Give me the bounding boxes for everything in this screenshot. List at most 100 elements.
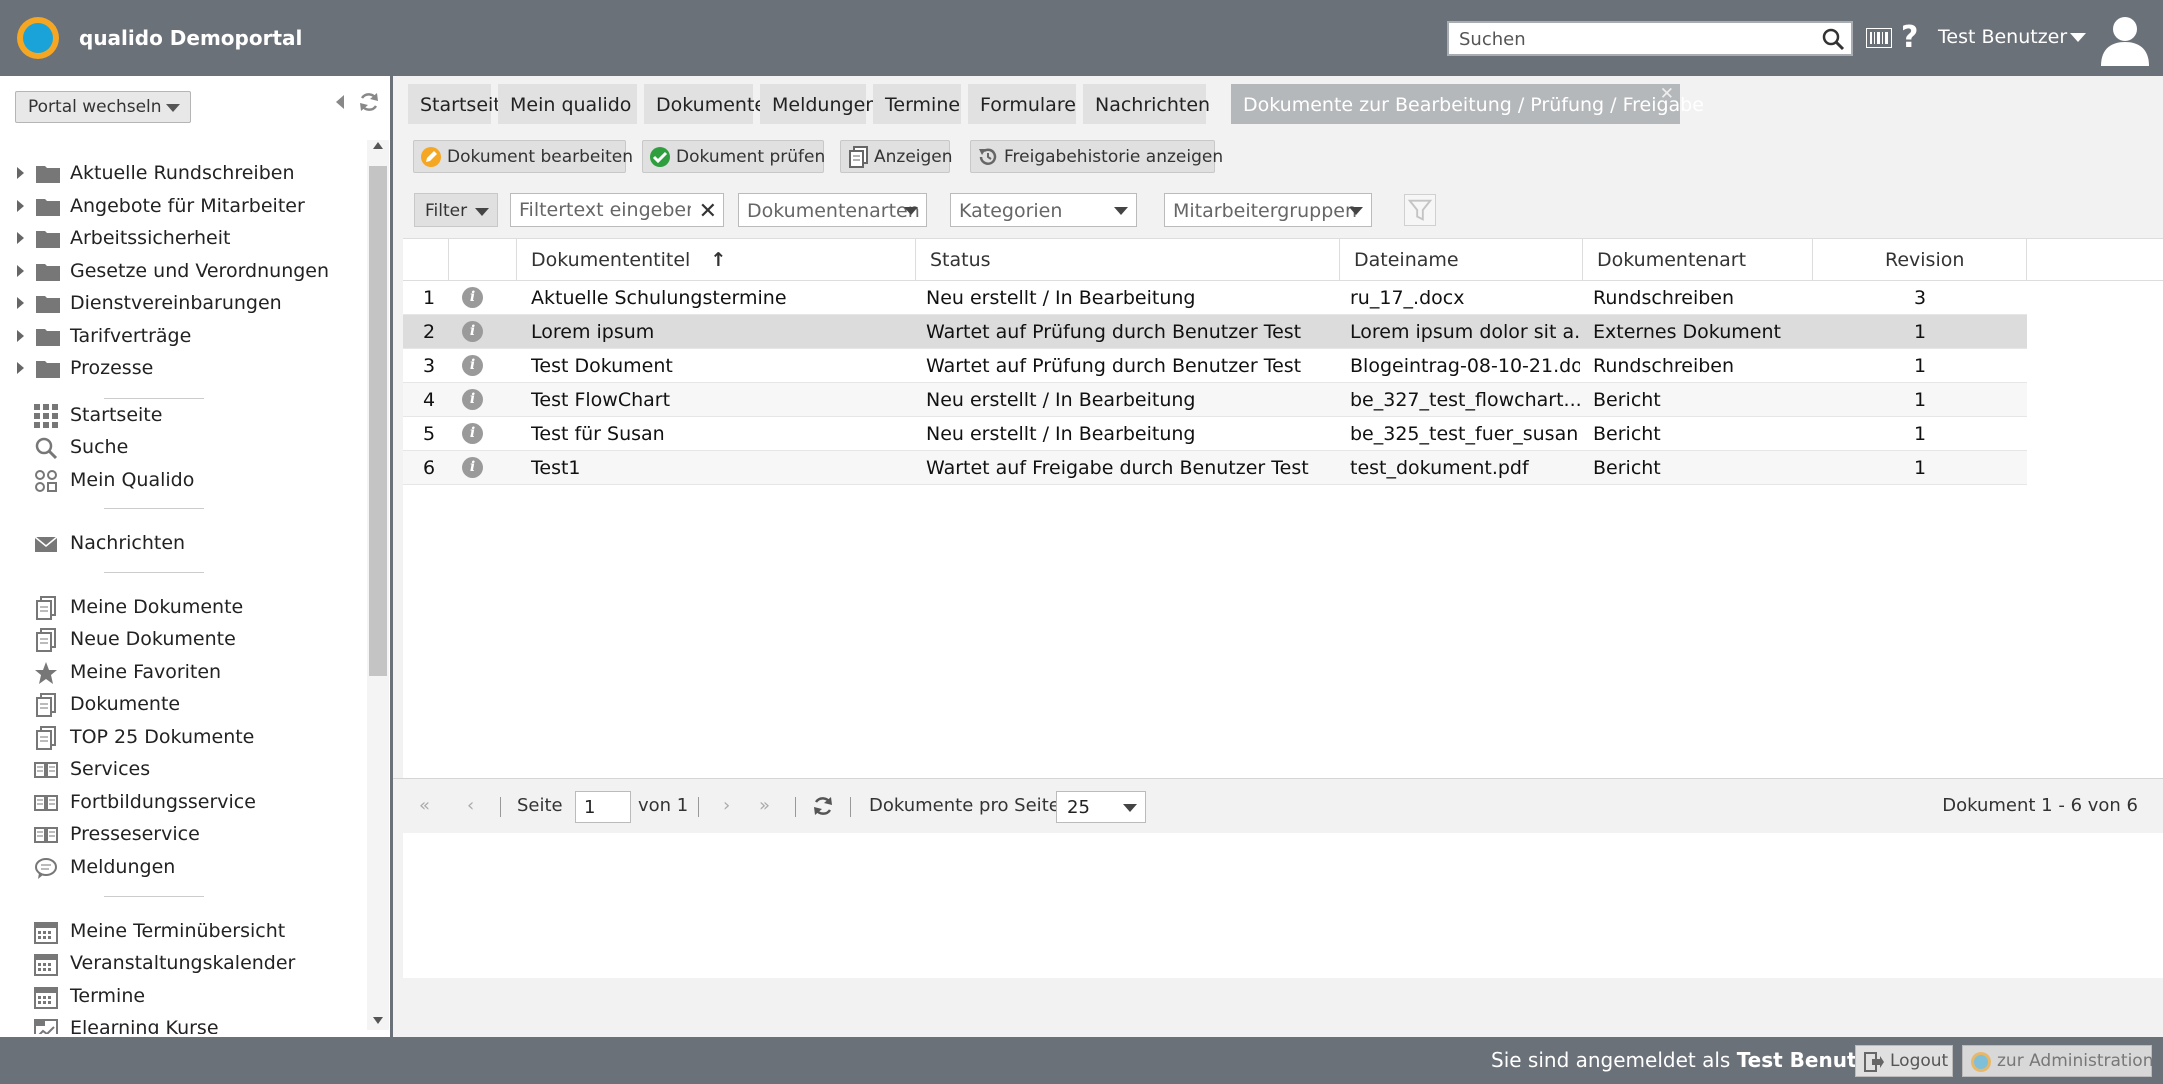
- column-header-doctype[interactable]: Dokumentenart: [1583, 239, 1813, 281]
- tree-item-dienstvereinbarungen[interactable]: Dienstvereinbarungen: [14, 290, 354, 318]
- employee-groups-dropdown[interactable]: Mitarbeitergruppen: [1164, 193, 1372, 227]
- document-type-dropdown[interactable]: Dokumentenarten: [738, 193, 927, 227]
- info-icon[interactable]: i: [462, 389, 483, 410]
- user-menu-name[interactable]: Test Benutzer: [1938, 26, 2067, 48]
- info-icon[interactable]: i: [462, 287, 483, 308]
- sidebar-item-meine-terminuebersicht[interactable]: Meine Terminübersicht: [34, 918, 354, 946]
- table-row[interactable]: 1 i Aktuelle Schulungstermine Neu erstel…: [403, 281, 2027, 315]
- sidebar-item-meine-favoriten[interactable]: Meine Favoriten: [34, 659, 354, 687]
- tab-startseite[interactable]: Startseite: [408, 84, 512, 124]
- table-row[interactable]: 6 i Test1 Wartet auf Freigabe durch Benu…: [403, 451, 2027, 485]
- expand-arrow-icon[interactable]: [17, 265, 24, 277]
- table-row[interactable]: 2 i Lorem ipsum Wartet auf Prüfung durch…: [403, 315, 2027, 349]
- tree-item-arbeitssicherheit[interactable]: Arbeitssicherheit: [14, 225, 354, 253]
- sidebar-item-veranstaltungskalender[interactable]: Veranstaltungskalender: [34, 950, 354, 978]
- avatar[interactable]: [2098, 12, 2152, 66]
- table-row[interactable]: 4 i Test FlowChart Neu erstellt / In Bea…: [403, 383, 2027, 417]
- check-document-button[interactable]: Dokument prüfen: [642, 140, 825, 173]
- barcode-icon[interactable]: [1866, 28, 1892, 48]
- logout-button[interactable]: Logout: [1855, 1045, 1953, 1077]
- sidebar-item-services[interactable]: Services: [34, 756, 354, 784]
- info-icon[interactable]: i: [462, 423, 483, 444]
- search-input[interactable]: [1453, 25, 1813, 53]
- table-row[interactable]: 3 i Test Dokument Wartet auf Prüfung dur…: [403, 349, 2027, 383]
- show-button[interactable]: Anzeigen: [840, 140, 953, 173]
- table-row[interactable]: 5 i Test für Susan Neu erstellt / In Bea…: [403, 417, 2027, 451]
- sidebar-scrollbar[interactable]: [367, 140, 389, 1030]
- sidebar-item-presseservice[interactable]: Presseservice: [34, 821, 354, 849]
- page-count: von 1: [638, 795, 689, 816]
- cell-revision: 1: [1914, 423, 1927, 445]
- column-header-revision[interactable]: Revision: [1813, 239, 2027, 281]
- expand-arrow-icon[interactable]: [17, 167, 24, 179]
- sidebar-item-termine[interactable]: Termine: [34, 983, 354, 1011]
- funnel-icon[interactable]: [1404, 194, 1436, 226]
- info-icon[interactable]: i: [462, 457, 483, 478]
- scroll-down-arrow-icon[interactable]: [373, 1017, 383, 1024]
- info-icon[interactable]: i: [462, 355, 483, 376]
- info-icon[interactable]: i: [462, 321, 483, 342]
- cell-title: Test FlowChart: [531, 389, 671, 411]
- sidebar-item-nachrichten[interactable]: Nachrichten: [34, 530, 354, 558]
- edit-document-button[interactable]: Dokument bearbeiten: [413, 140, 633, 173]
- per-page-dropdown[interactable]: 25: [1056, 791, 1146, 823]
- column-header-status[interactable]: Status: [916, 239, 1340, 281]
- sidebar-item-meldungen[interactable]: Meldungen: [34, 854, 354, 882]
- previous-page-icon[interactable]: ‹: [467, 795, 474, 816]
- tree-item-tarifvertraege[interactable]: Tarifverträge: [14, 323, 354, 351]
- approval-history-button[interactable]: Freigabehistorie anzeigen: [970, 140, 1223, 173]
- tree-item-aktuelle-rundschreiben[interactable]: Aktuelle Rundschreiben: [14, 160, 354, 188]
- tab-dokumente[interactable]: Dokumente: [644, 84, 766, 124]
- tab-meldungen[interactable]: Meldungen: [760, 84, 877, 124]
- tree-item-angebote[interactable]: Angebote für Mitarbeiter: [14, 193, 354, 221]
- column-header-title[interactable]: Dokumententitel ↑: [517, 239, 916, 281]
- close-icon[interactable]: ✕: [1660, 84, 1674, 104]
- administration-button[interactable]: zur Administration: [1962, 1045, 2154, 1077]
- qualido-logo-icon[interactable]: [17, 17, 59, 59]
- sidebar-item-startseite[interactable]: Startseite: [34, 402, 354, 430]
- first-page-icon[interactable]: «: [419, 795, 430, 816]
- tab-label: Dokumente zur Bearbeitung / Prüfung / Fr…: [1243, 94, 1704, 116]
- sidebar-item-dokumente[interactable]: Dokumente: [34, 691, 354, 719]
- expand-arrow-icon[interactable]: [17, 232, 24, 244]
- refresh-icon[interactable]: [811, 794, 835, 818]
- expand-arrow-icon[interactable]: [17, 297, 24, 309]
- last-page-icon[interactable]: »: [759, 795, 770, 816]
- tab-termine[interactable]: Termine: [873, 84, 961, 124]
- scrollbar-thumb[interactable]: [369, 166, 387, 676]
- portal-switch-dropdown[interactable]: Portal wechseln: [15, 91, 191, 123]
- sidebar-item-top25[interactable]: TOP 25 Dokumente: [34, 724, 354, 752]
- filter-dropdown[interactable]: Filter: [414, 193, 498, 227]
- expand-arrow-icon[interactable]: [17, 200, 24, 212]
- sidebar-item-mein-qualido[interactable]: Mein Qualido: [34, 467, 354, 495]
- sidebar-item-label: Veranstaltungskalender: [70, 952, 296, 974]
- help-icon[interactable]: ?: [1901, 20, 1918, 55]
- tab-mein-qualido[interactable]: Mein qualido: [498, 84, 637, 124]
- sidebar-item-neue-dokumente[interactable]: Neue Dokumente: [34, 626, 354, 654]
- tree-item-gesetze[interactable]: Gesetze und Verordnungen: [14, 258, 354, 286]
- sidebar-item-meine-dokumente[interactable]: Meine Dokumente: [34, 594, 354, 622]
- sidebar-item-label: Meldungen: [70, 856, 176, 878]
- sidebar-item-label: Elearning Kurse: [70, 1017, 219, 1034]
- tab-formulare[interactable]: Formulare: [968, 84, 1076, 124]
- chevron-down-icon[interactable]: [2070, 33, 2086, 42]
- sidebar-item-fortbildungsservice[interactable]: Fortbildungsservice: [34, 789, 354, 817]
- sidebar-item-elearning[interactable]: Elearning Kurse: [34, 1015, 354, 1034]
- column-header-filename[interactable]: Dateiname: [1340, 239, 1583, 281]
- next-page-icon[interactable]: ›: [723, 795, 730, 816]
- clear-icon[interactable]: ✕: [699, 199, 717, 224]
- tab-nachrichten[interactable]: Nachrichten: [1083, 84, 1210, 124]
- refresh-icon[interactable]: [357, 90, 381, 114]
- categories-dropdown[interactable]: Kategorien: [950, 193, 1137, 227]
- expand-arrow-icon[interactable]: [17, 362, 24, 374]
- search-icon[interactable]: [1821, 27, 1845, 51]
- sidebar-item-suche[interactable]: Suche: [34, 434, 354, 462]
- collapse-sidebar-icon[interactable]: [336, 95, 344, 109]
- tab-dokumente-zur-bearbeitung[interactable]: Dokumente zur Bearbeitung / Prüfung / Fr…: [1231, 84, 1704, 124]
- page-number-input[interactable]: 1: [575, 791, 631, 823]
- scroll-up-arrow-icon[interactable]: [373, 142, 383, 149]
- filter-text-input[interactable]: [511, 194, 691, 226]
- expand-arrow-icon[interactable]: [17, 330, 24, 342]
- tree-item-prozesse[interactable]: Prozesse: [14, 355, 354, 383]
- sidebar-item-label: Meine Dokumente: [70, 596, 244, 618]
